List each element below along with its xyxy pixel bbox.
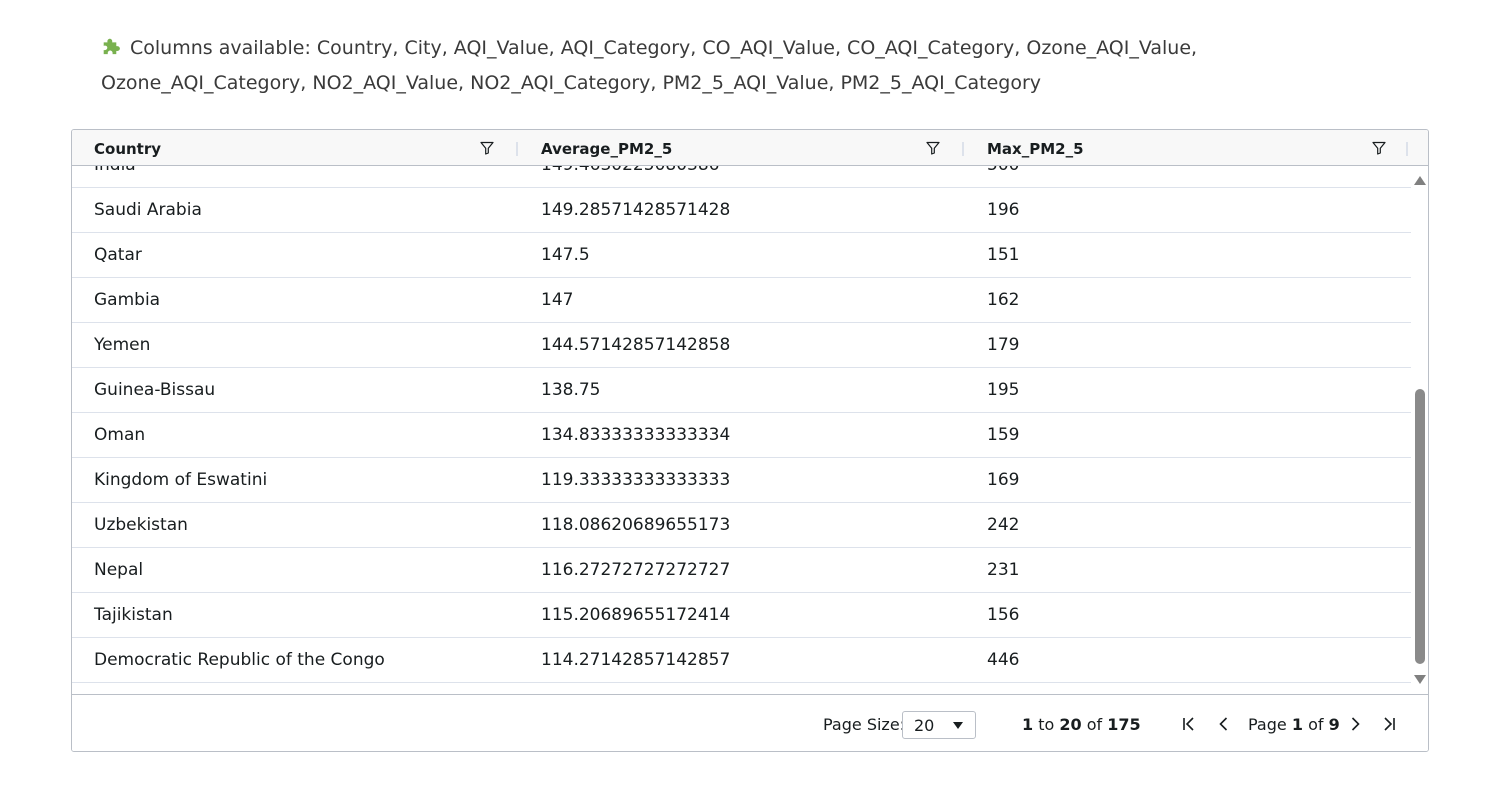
- table-row[interactable]: Gambia 147 162: [72, 278, 1411, 323]
- cell-country: Kingdom of Eswatini: [94, 470, 268, 490]
- column-resize-handle[interactable]: [1406, 142, 1408, 156]
- column-header-max-pm25[interactable]: Max_PM2_5: [965, 130, 1411, 165]
- cell-average-pm25: 147: [541, 290, 574, 310]
- cell-max-pm25: 169: [987, 470, 1020, 490]
- grid-header: Country Average_PM2_5 Max_PM2_5: [72, 130, 1428, 166]
- table-row[interactable]: Yemen 144.57142857142858 179: [72, 323, 1411, 368]
- cell-country: Guinea-Bissau: [94, 380, 216, 400]
- column-header-label: Country: [94, 140, 162, 158]
- cell-max-pm25: 162: [987, 290, 1020, 310]
- cell-average-pm25: 147.5: [541, 245, 590, 265]
- filter-icon[interactable]: [1372, 141, 1386, 155]
- cell-country: Tajikistan: [94, 605, 173, 625]
- table-row[interactable]: Guinea-Bissau 138.75 195: [72, 368, 1411, 413]
- table-row[interactable]: Nepal 116.27272727272727 231: [72, 548, 1411, 593]
- cell-max-pm25: 242: [987, 515, 1020, 535]
- cell-max-pm25: 500: [987, 166, 1019, 188]
- table-row[interactable]: Uzbekistan 118.08620689655173 242: [72, 503, 1411, 548]
- table-row[interactable]: Democratic Republic of the Congo 114.2714…: [72, 638, 1411, 683]
- next-page-icon[interactable]: [1347, 716, 1363, 732]
- column-header-country[interactable]: Country: [72, 130, 518, 165]
- cell-country: Uzbekistan: [94, 515, 188, 535]
- page-indicator: Page 1 of 9: [1248, 695, 1340, 751]
- scrollbar-thumb[interactable]: [1415, 389, 1425, 664]
- cell-max-pm25: 231: [987, 560, 1020, 580]
- to-word: to: [1038, 715, 1055, 734]
- grid-body[interactable]: India 149.4630225080386 500 Saudi Arabia 149…: [72, 166, 1411, 694]
- vertical-scrollbar[interactable]: [1411, 166, 1428, 694]
- cell-average-pm25: 149.28571428571428: [541, 200, 731, 220]
- cell-average-pm25: 144.57142857142858: [541, 335, 731, 355]
- columns-info-text: Columns available: Country, City, AQI_Va…: [101, 37, 1198, 94]
- table-row[interactable]: Oman 134.83333333333334 159: [72, 413, 1411, 458]
- row-to: 20: [1059, 715, 1082, 734]
- cell-average-pm25: 118.08620689655173: [541, 515, 731, 535]
- filter-icon[interactable]: [480, 141, 494, 155]
- cell-country: Gambia: [94, 290, 161, 310]
- table-row[interactable]: Qatar 147.5 151: [72, 233, 1411, 278]
- table-row[interactable]: Saudi Arabia 149.28571428571428 196: [72, 188, 1411, 233]
- cell-average-pm25: 119.33333333333333: [541, 470, 731, 490]
- of-word: of: [1086, 715, 1103, 734]
- column-header-label: Max_PM2_5: [987, 140, 1084, 158]
- scroll-down-arrow-icon[interactable]: [1414, 675, 1426, 684]
- cell-country: Nepal: [94, 560, 144, 580]
- page-size-select[interactable]: 20: [902, 711, 976, 739]
- cell-average-pm25: 114.27142857142857: [541, 650, 731, 670]
- cell-max-pm25: 151: [987, 245, 1020, 265]
- pagination-panel: Page Size: 20 1 to 20 of 175 Page 1 of 9: [72, 694, 1428, 751]
- data-grid: Country Average_PM2_5 Max_PM2_5 India 149…: [71, 129, 1429, 752]
- row-from: 1: [1022, 715, 1034, 734]
- grid-rows: India 149.4630225080386 500 Saudi Arabia 149…: [72, 166, 1411, 683]
- column-header-label: Average_PM2_5: [541, 140, 673, 158]
- cell-country: Saudi Arabia: [94, 200, 202, 220]
- page-word: Page: [1248, 715, 1287, 734]
- table-row[interactable]: Tajikistan 115.20689655172414 156: [72, 593, 1411, 638]
- cell-country: Oman: [94, 425, 146, 445]
- caret-down-icon: [953, 722, 963, 729]
- cell-country: Yemen: [94, 335, 151, 355]
- row-total: 175: [1107, 715, 1141, 734]
- cell-max-pm25: 195: [987, 380, 1020, 400]
- previous-page-icon[interactable]: [1216, 716, 1232, 732]
- current-page: 1: [1291, 715, 1303, 734]
- scroll-up-arrow-icon[interactable]: [1414, 176, 1426, 185]
- total-pages: 9: [1328, 715, 1340, 734]
- cell-average-pm25: 149.4630225080386: [541, 166, 719, 188]
- table-row[interactable]: Kingdom of Eswatini 119.33333333333333 169: [72, 458, 1411, 503]
- columns-info: Columns available: Country, City, AQI_Va…: [101, 31, 1371, 101]
- cell-average-pm25: 116.27272727272727: [541, 560, 731, 580]
- column-header-average-pm25[interactable]: Average_PM2_5: [519, 130, 965, 165]
- cell-max-pm25: 159: [987, 425, 1020, 445]
- last-page-icon[interactable]: [1381, 716, 1397, 732]
- filter-icon[interactable]: [926, 141, 940, 155]
- cell-average-pm25: 115.20689655172414: [541, 605, 731, 625]
- row-summary: 1 to 20 of 175: [1022, 695, 1141, 751]
- cell-country: Qatar: [94, 245, 142, 265]
- first-page-icon[interactable]: [1181, 716, 1197, 732]
- page-size-value: 20: [914, 716, 935, 735]
- cell-max-pm25: 446: [987, 650, 1020, 670]
- page-size-label: Page Size:: [823, 715, 906, 734]
- column-resize-handle[interactable]: [962, 142, 964, 156]
- cell-max-pm25: 156: [987, 605, 1020, 625]
- cell-country: India: [94, 166, 136, 188]
- puzzle-piece-icon: [103, 38, 120, 55]
- table-row[interactable]: India 149.4630225080386 500: [72, 166, 1411, 188]
- column-resize-handle[interactable]: [516, 142, 518, 156]
- cell-average-pm25: 134.83333333333334: [541, 425, 731, 445]
- cell-max-pm25: 196: [987, 200, 1020, 220]
- cell-max-pm25: 179: [987, 335, 1020, 355]
- cell-average-pm25: 138.75: [541, 380, 601, 400]
- page-of-word: of: [1308, 715, 1324, 734]
- cell-country: Democratic Republic of the Congo: [94, 650, 385, 670]
